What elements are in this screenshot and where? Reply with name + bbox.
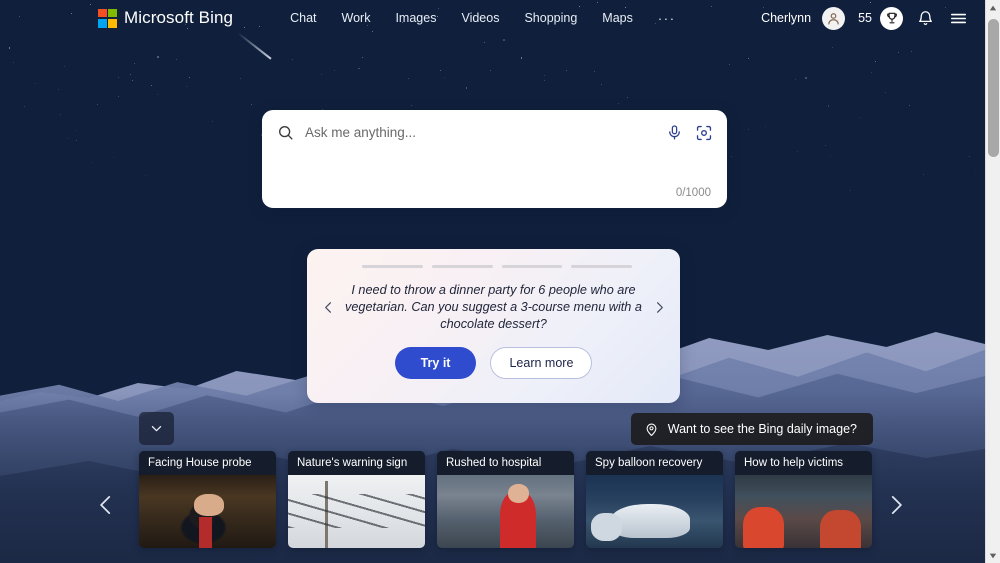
main-navigation: Chat Work Images Videos Shopping Maps ··… [289,8,677,29]
search-box[interactable]: 0/1000 [262,110,727,208]
scroll-down-arrow-icon[interactable] [985,548,1000,563]
header-right-cluster: Cherlynn 55 [761,6,969,30]
visual-search-icon[interactable] [695,124,713,142]
news-next-button[interactable] [878,485,914,525]
search-input[interactable] [305,125,666,140]
news-card-thumbnail [586,475,723,548]
news-card-strip: Facing House probe Nature's warning sign… [139,451,872,548]
news-card-title: Spy balloon recovery [586,451,723,475]
progress-segment-3[interactable] [501,265,563,268]
news-card-thumbnail [139,475,276,548]
daily-image-tooltip[interactable]: Want to see the Bing daily image? [630,413,873,445]
suggestion-actions: Try it Learn more [307,347,680,379]
character-counter: 0/1000 [675,187,711,199]
bell-icon[interactable] [914,7,936,29]
news-card[interactable]: Spy balloon recovery [586,451,723,548]
nav-item-maps[interactable]: Maps [601,8,634,28]
microphone-icon[interactable] [666,124,683,141]
news-card[interactable]: Nature's warning sign [288,451,425,548]
suggestion-body: I need to throw a dinner party for 6 peo… [307,268,680,346]
try-it-button[interactable]: Try it [394,347,477,379]
search-action-icons [666,124,713,142]
suggestion-carousel-card: I need to throw a dinner party for 6 peo… [307,249,680,403]
scroll-up-arrow-icon[interactable] [985,0,1000,15]
chevron-left-icon [93,492,119,518]
trophy-icon[interactable] [880,6,903,30]
daily-image-tooltip-label: Want to see the Bing daily image? [667,422,857,436]
news-card-thumbnail [437,475,574,548]
collapse-feed-button[interactable] [139,412,174,445]
news-prev-button[interactable] [88,485,124,525]
scrollbar-track[interactable] [986,15,1000,548]
progress-segment-4[interactable] [571,265,632,268]
progress-segment-1[interactable] [362,265,423,268]
news-card[interactable]: Facing House probe [139,451,276,548]
news-card-thumbnail [735,475,872,548]
microsoft-logo-icon [98,8,117,28]
learn-more-button[interactable]: Learn more [490,347,593,379]
progress-segment-2[interactable] [431,265,493,268]
chevron-down-icon [149,421,164,436]
news-card-title: Rushed to hospital [437,451,574,475]
news-card-title: Nature's warning sign [288,451,425,475]
brand-name: Microsoft Bing [124,8,234,27]
hamburger-menu-icon[interactable] [947,7,969,29]
suggestion-prompt-text: I need to throw a dinner party for 6 peo… [345,282,642,331]
chevron-right-icon[interactable] [646,292,672,322]
nav-item-work[interactable]: Work [341,8,372,28]
rewards-points: 55 [858,11,872,25]
news-card[interactable]: How to help victims [735,451,872,548]
news-card[interactable]: Rushed to hospital [437,451,574,548]
news-card-title: How to help victims [735,451,872,475]
location-pin-icon [644,422,659,437]
user-avatar-icon[interactable] [822,6,846,30]
carousel-progress-indicator [307,249,680,268]
search-input-row [262,110,727,155]
bing-brand-logo[interactable]: Microsoft Bing [98,8,233,28]
news-card-title: Facing House probe [139,451,276,475]
chevron-right-icon [883,492,909,518]
nav-item-images[interactable]: Images [394,8,437,28]
vertical-scrollbar[interactable] [985,0,1000,563]
top-header: Microsoft Bing Chat Work Images Videos S… [0,0,985,36]
nav-item-videos[interactable]: Videos [460,8,500,28]
chevron-left-icon[interactable] [315,292,341,322]
user-name: Cherlynn [761,11,812,25]
bing-homepage: Microsoft Bing Chat Work Images Videos S… [0,0,1000,563]
search-icon [277,124,294,141]
nav-item-shopping[interactable]: Shopping [523,8,578,28]
scrollbar-thumb[interactable] [987,19,999,157]
nav-item-chat[interactable]: Chat [289,8,317,28]
nav-item-more[interactable]: ··· [657,8,677,29]
news-card-thumbnail [288,475,425,548]
